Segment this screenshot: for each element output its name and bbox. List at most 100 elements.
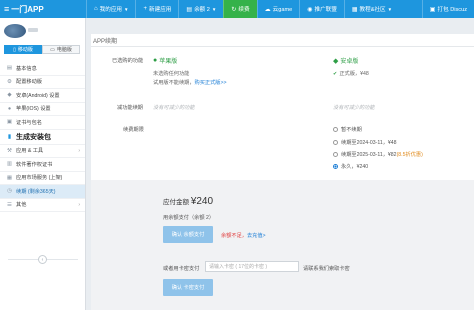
apple-trial-text: 试用版不能续期，	[153, 80, 195, 86]
mobile-icon: ▯	[13, 46, 16, 53]
card-code-hint: 请联系我们索取卡密	[303, 266, 350, 272]
book-icon: ▦	[351, 6, 358, 13]
top-bar: ≡ 一门APP ⌂ 我的应用 ▼ + 新建应用 ▤ 余额 2 ▼ ↻ 续费 ☁ 云game ◉ 推广联盟 ▦…	[0, 0, 474, 18]
sidebar-item[interactable]: ◷ 续期 (剩余365天)	[0, 185, 85, 199]
radio-button[interactable]	[333, 164, 338, 169]
tab-mobile-label: 移动版	[17, 47, 33, 53]
sidebar-item[interactable]: ☰ 其他 ›	[0, 199, 85, 212]
discount-badge: (8.5折优惠)	[396, 152, 423, 158]
tab-desktop-label: 电脑版	[56, 47, 72, 53]
caret-down-icon: ▼	[124, 6, 129, 12]
cert-icon: ▣	[6, 119, 13, 126]
android-feature: ✔ 正式版，¥48	[333, 70, 369, 78]
other-icon: ☰	[7, 201, 12, 208]
sidebar-item-label: 配置移动版	[16, 79, 42, 86]
plus-icon: +	[143, 6, 147, 12]
avatar-label	[28, 28, 38, 32]
period-option[interactable]: 续期至2025-03-11，¥82 (8.5折优惠)	[333, 151, 423, 158]
avatar[interactable]	[4, 24, 26, 38]
apple-icon: ●	[7, 105, 12, 112]
apple-version-label: 苹果版	[159, 59, 178, 65]
nav-item-3[interactable]: ↻ 续费	[223, 0, 257, 18]
sidebar-item-label: 证书与包名	[16, 119, 42, 126]
amount-due: 应付金额 ¥240	[163, 196, 213, 207]
chevron-right-icon: ›	[78, 201, 80, 208]
discuz-package-link[interactable]: ▣ 打包 Discuz	[421, 0, 474, 18]
caret-down-icon: ▼	[211, 6, 217, 12]
confirm-card-pay-button[interactable]: 确认 卡密支付	[163, 279, 213, 296]
tab-desktop[interactable]: ▭ 电脑版	[42, 45, 80, 54]
sidebar-item[interactable]: ▦ 应用市场服务 (上架)	[0, 172, 85, 185]
payment-area: 应付金额 ¥240 用余额支付（余额 2） 确认 余额支付 余额不足，去充值> …	[91, 180, 474, 310]
nav-item-label: 我的应用	[99, 7, 123, 13]
section-heading-build: ▮ 生成安装包	[0, 130, 85, 145]
nav-item-1[interactable]: + 新建应用	[135, 0, 178, 18]
balance-insufficient: 余额不足，	[221, 233, 247, 239]
sidebar-item[interactable]: ▣ 证书与包名	[0, 116, 85, 130]
sidebar-item-label: 应用 & 工具	[16, 148, 44, 155]
nav-item-label: 教程&社区	[359, 7, 386, 13]
clock-icon: ◷	[7, 188, 12, 195]
radio-button[interactable]	[333, 140, 338, 145]
android-version-label: 安卓版	[340, 59, 359, 65]
period-option[interactable]: 暂不续期	[333, 126, 362, 133]
period-option-label: 暂不续期	[341, 127, 362, 133]
check-icon: ✔	[333, 70, 338, 77]
nav-item-label: 余额 2	[194, 7, 210, 13]
period-option[interactable]: 永久，¥240	[333, 163, 368, 170]
doc-icon: ▤	[186, 6, 193, 13]
discuz-label: 打包 Discuz	[437, 7, 467, 13]
sidebar-menu: ▤ 基本信息 ⚙ 配置移动版 ◆ 安卓(Android) 设置 ● 苹果(IOS) 设置 ▣ 证书…	[0, 62, 85, 212]
tab-mobile[interactable]: ▯ 移动版	[4, 45, 42, 54]
sidebar-item[interactable]: ▥ 软件著作权证书	[0, 158, 85, 172]
confirm-balance-pay-button[interactable]: 确认 余额支付	[163, 226, 213, 243]
package-icon: ▣	[429, 6, 436, 13]
ad-icon: ◉	[307, 6, 313, 13]
sidebar-item[interactable]: ▤ 基本信息	[0, 62, 85, 76]
reduce-hint-android: 没有可减少的功能	[333, 105, 375, 111]
period-label: 续费期限	[123, 127, 144, 133]
nav-item-2[interactable]: ▤ 余额 2 ▼	[178, 0, 223, 18]
brand-logo[interactable]: ≡ 一门APP	[0, 0, 86, 18]
android-version-heading: ◆ 安卓版	[333, 56, 359, 66]
apple-version-heading: ● 苹果版	[153, 56, 177, 65]
sidebar-item[interactable]: ● 苹果(IOS) 设置	[0, 103, 85, 116]
android-icon: ◆	[7, 92, 12, 99]
period-option-label: 续期至2025-03-11，¥82	[341, 152, 397, 158]
period-option[interactable]: 续期至2024-03-11，¥48	[333, 139, 397, 146]
apple-icon: ●	[153, 57, 158, 64]
nav-item-5[interactable]: ◉ 推广联盟	[299, 0, 344, 18]
sidebar-item-label: 软件著作权证书	[16, 161, 53, 168]
sidebar-item-label: 苹果(IOS) 设置	[16, 106, 51, 113]
sidebar-item-label: 应用市场服务 (上架)	[16, 175, 63, 182]
card-code-input[interactable]: 请输入卡密 ( 17位的卡密 )	[205, 261, 299, 272]
brand-name: 一门APP	[11, 4, 44, 14]
nav-item-label: 新建应用	[149, 7, 172, 13]
radio-button[interactable]	[333, 127, 338, 132]
nav-item-label: 续费	[238, 7, 250, 13]
nav-item-4[interactable]: ☁ 云game	[256, 0, 300, 18]
balance-pay-label: 用余额支付（余额 2）	[163, 215, 215, 221]
main-panel: APP续期 已选购的功能 ● 苹果版 未选购任何功能 试用版不能续期，购买正式版>…	[91, 34, 474, 310]
cloud-icon: ☁	[264, 6, 271, 13]
period-option-label: 永久，¥240	[341, 164, 369, 170]
amount-due-label: 应付金额	[163, 199, 191, 206]
recharge-link[interactable]: 去充值>	[247, 233, 266, 239]
sidebar-item[interactable]: ⚙ 配置移动版	[0, 76, 85, 89]
logo-icon: ≡	[4, 4, 10, 14]
chevron-right-icon: ›	[78, 147, 80, 154]
sidebar-item[interactable]: ◆ 安卓(Android) 设置	[0, 89, 85, 103]
sidebar-item-label: 续期 (剩余365天)	[16, 188, 56, 195]
info-icon: ▤	[6, 65, 13, 72]
buy-full-version-link[interactable]: 购买正式版>>	[195, 80, 227, 86]
section-heading-label: 生成安装包	[16, 133, 51, 141]
nav-item-6[interactable]: ▦ 教程&社区 ▼	[343, 0, 399, 18]
radio-button[interactable]	[333, 152, 338, 157]
android-feature-text: 正式版，¥48	[339, 71, 369, 77]
sidebar-item[interactable]: ⚒ 应用 & 工具 ›	[0, 145, 85, 158]
nav-item-label: 云game	[272, 7, 293, 13]
caret-down-icon: ▼	[387, 6, 393, 12]
nav-item-0[interactable]: ⌂ 我的应用 ▼	[86, 0, 135, 18]
collapse-sidebar-button[interactable]: ‹	[38, 255, 47, 264]
home-icon: ⌂	[94, 6, 98, 12]
